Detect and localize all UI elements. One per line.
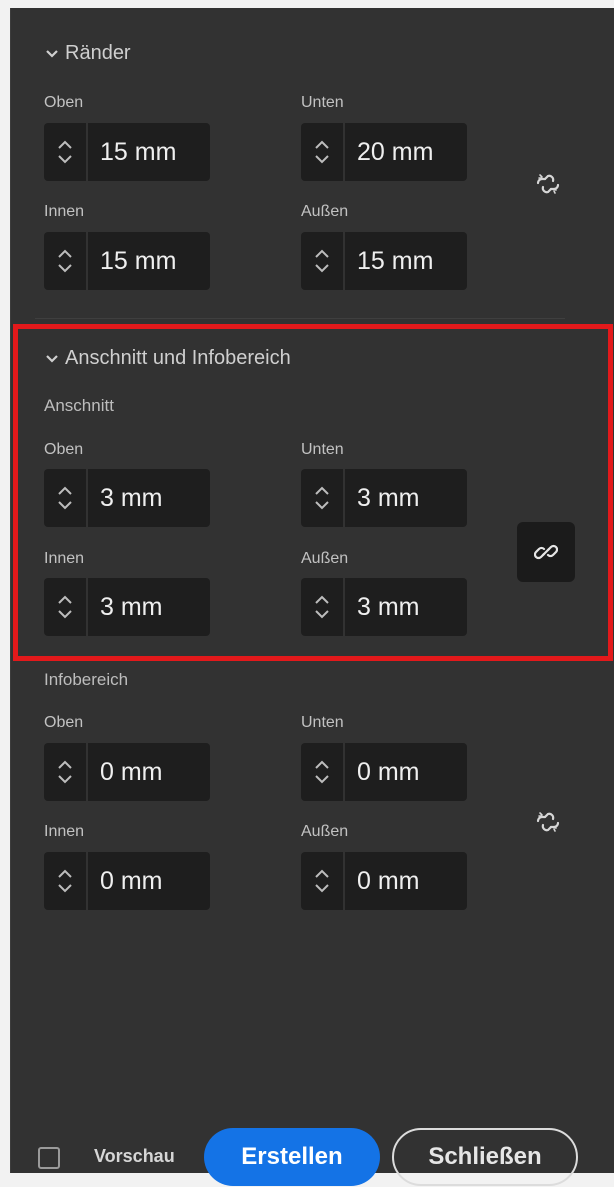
slug-inside-stepper[interactable] xyxy=(44,852,88,910)
bleed-outside-label: Außen xyxy=(301,550,349,567)
slug-bottom-label: Unten xyxy=(301,714,344,731)
bleed-link-button[interactable] xyxy=(517,522,575,582)
stepper-up-icon[interactable] xyxy=(315,249,329,258)
slug-sublabel: Infobereich xyxy=(44,670,129,689)
bleed-bottom-value[interactable]: 3 mm xyxy=(345,484,420,513)
bleed-top-label: Oben xyxy=(44,441,84,458)
bleed-inside-field[interactable]: 3 mm xyxy=(44,578,210,636)
chevron-down-icon xyxy=(46,49,58,58)
slug-bottom-value[interactable]: 0 mm xyxy=(345,758,420,787)
bleed-top-value[interactable]: 3 mm xyxy=(88,484,163,513)
bleed-top-stepper[interactable] xyxy=(44,469,88,527)
close-button[interactable]: Schließen xyxy=(392,1128,578,1186)
margins-section-title: Ränder xyxy=(65,42,131,64)
margins-link-button[interactable] xyxy=(520,156,576,212)
slug-inside-value[interactable]: 0 mm xyxy=(88,867,163,896)
slug-outside-stepper[interactable] xyxy=(301,852,345,910)
stepper-down-icon[interactable] xyxy=(58,884,72,893)
margins-bottom-field[interactable]: 20 mm xyxy=(301,123,467,181)
margins-outside-label: Außen xyxy=(301,203,349,220)
bleed-top-field[interactable]: 3 mm xyxy=(44,469,210,527)
margins-bottom-label: Unten xyxy=(301,94,344,111)
stepper-up-icon[interactable] xyxy=(315,140,329,149)
slug-inside-label: Innen xyxy=(44,823,85,840)
margins-outside-value[interactable]: 15 mm xyxy=(345,247,433,276)
linked-chain-icon xyxy=(534,544,558,560)
bleed-bottom-stepper[interactable] xyxy=(301,469,345,527)
stepper-down-icon[interactable] xyxy=(315,501,329,510)
margins-inside-stepper[interactable] xyxy=(44,232,88,290)
margins-top-label: Oben xyxy=(44,94,84,111)
slug-top-stepper[interactable] xyxy=(44,743,88,801)
stepper-up-icon[interactable] xyxy=(58,595,72,604)
bleed-bottom-label: Unten xyxy=(301,441,344,458)
slug-bottom-field[interactable]: 0 mm xyxy=(301,743,467,801)
stepper-down-icon[interactable] xyxy=(315,610,329,619)
slug-inside-field[interactable]: 0 mm xyxy=(44,852,210,910)
margins-top-value[interactable]: 15 mm xyxy=(88,138,176,167)
bleed-inside-stepper[interactable] xyxy=(44,578,88,636)
bleed-outside-value[interactable]: 3 mm xyxy=(345,593,420,622)
margins-outside-field[interactable]: 15 mm xyxy=(301,232,467,290)
create-button[interactable]: Erstellen xyxy=(204,1128,380,1186)
section-divider xyxy=(35,318,565,319)
margins-section-header[interactable]: Ränder xyxy=(45,42,131,65)
slug-outside-label: Außen xyxy=(301,823,349,840)
preview-checkbox[interactable] xyxy=(38,1147,60,1169)
slug-top-field[interactable]: 0 mm xyxy=(44,743,210,801)
slug-top-label: Oben xyxy=(44,714,84,731)
stepper-up-icon[interactable] xyxy=(315,486,329,495)
unlinked-chain-icon xyxy=(536,174,560,194)
stepper-up-icon[interactable] xyxy=(58,486,72,495)
margins-top-stepper[interactable] xyxy=(44,123,88,181)
stepper-down-icon[interactable] xyxy=(58,155,72,164)
slug-top-value[interactable]: 0 mm xyxy=(88,758,163,787)
margins-top-field[interactable]: 15 mm xyxy=(44,123,210,181)
slug-outside-value[interactable]: 0 mm xyxy=(345,867,420,896)
bleed-outside-field[interactable]: 3 mm xyxy=(301,578,467,636)
stepper-down-icon[interactable] xyxy=(58,501,72,510)
bleed-slug-section-title: Anschnitt und Infobereich xyxy=(65,347,291,369)
slug-bottom-stepper[interactable] xyxy=(301,743,345,801)
stepper-up-icon[interactable] xyxy=(58,869,72,878)
bleed-bottom-field[interactable]: 3 mm xyxy=(301,469,467,527)
stepper-up-icon[interactable] xyxy=(315,760,329,769)
margins-inside-value[interactable]: 15 mm xyxy=(88,247,176,276)
stepper-up-icon[interactable] xyxy=(58,249,72,258)
stepper-down-icon[interactable] xyxy=(315,775,329,784)
margins-outside-stepper[interactable] xyxy=(301,232,345,290)
bleed-inside-label: Innen xyxy=(44,550,85,567)
stepper-up-icon[interactable] xyxy=(315,595,329,604)
margins-bottom-value[interactable]: 20 mm xyxy=(345,138,433,167)
stepper-down-icon[interactable] xyxy=(58,610,72,619)
stepper-up-icon[interactable] xyxy=(58,760,72,769)
bleed-sublabel: Anschnitt xyxy=(44,396,114,415)
margins-inside-field[interactable]: 15 mm xyxy=(44,232,210,290)
margins-inside-label: Innen xyxy=(44,203,85,220)
unlinked-chain-icon xyxy=(536,812,560,832)
stepper-down-icon[interactable] xyxy=(315,884,329,893)
stepper-up-icon[interactable] xyxy=(58,140,72,149)
bleed-inside-value[interactable]: 3 mm xyxy=(88,593,163,622)
slug-outside-field[interactable]: 0 mm xyxy=(301,852,467,910)
stepper-down-icon[interactable] xyxy=(58,775,72,784)
stepper-down-icon[interactable] xyxy=(315,155,329,164)
bleed-outside-stepper[interactable] xyxy=(301,578,345,636)
chevron-down-icon xyxy=(46,354,58,363)
slug-link-button[interactable] xyxy=(520,794,576,850)
stepper-up-icon[interactable] xyxy=(315,869,329,878)
stepper-down-icon[interactable] xyxy=(315,264,329,273)
preview-label[interactable]: Vorschau xyxy=(94,1146,175,1167)
margins-bottom-stepper[interactable] xyxy=(301,123,345,181)
bleed-slug-section-header[interactable]: Anschnitt und Infobereich xyxy=(45,347,291,370)
stepper-down-icon[interactable] xyxy=(58,264,72,273)
